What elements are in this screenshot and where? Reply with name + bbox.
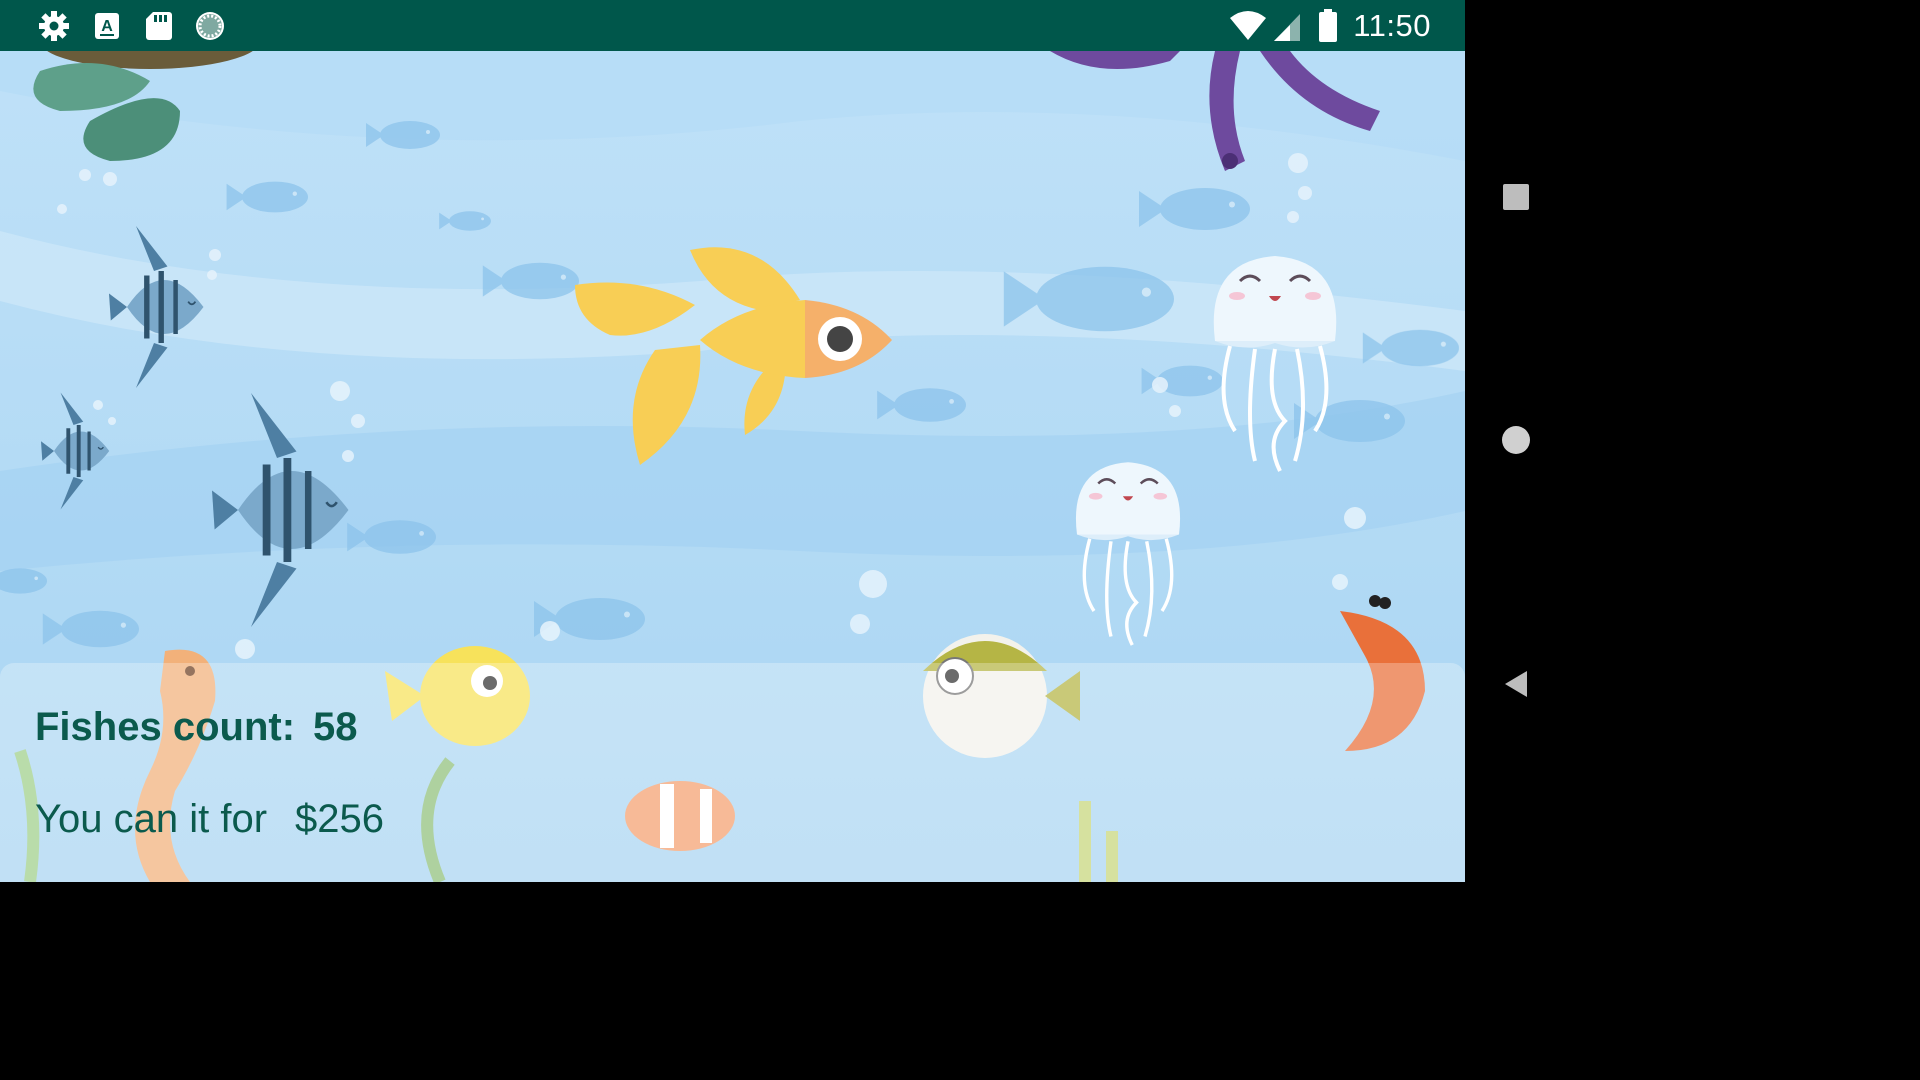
battery-icon bbox=[1319, 9, 1337, 42]
keyboard-icon: A bbox=[95, 13, 119, 39]
signal-icon bbox=[1274, 14, 1300, 41]
fish-count-value: 58 bbox=[313, 705, 358, 749]
svg-text:A: A bbox=[101, 18, 113, 35]
back-button[interactable] bbox=[1501, 668, 1531, 700]
recents-button[interactable] bbox=[1501, 182, 1531, 212]
status-bar: A 11:50 bbox=[0, 0, 1465, 51]
recents-icon bbox=[1503, 184, 1529, 210]
fish-count-text: Fishes count: 58 bbox=[35, 705, 358, 750]
navigation-bar bbox=[1465, 0, 1568, 882]
aquarium-app: A 11:50 Fishes count: 58 You can it for … bbox=[0, 0, 1465, 882]
gear-icon bbox=[39, 11, 69, 41]
status-clock: 11:50 bbox=[1353, 8, 1431, 43]
home-button[interactable] bbox=[1501, 425, 1531, 455]
sell-label: You can it for bbox=[35, 797, 268, 841]
wifi-icon bbox=[1230, 11, 1266, 40]
sell-price-value: $256 bbox=[295, 797, 384, 841]
sync-icon bbox=[196, 12, 224, 40]
info-panel bbox=[0, 663, 1465, 882]
sell-price-text: You can it for $256 bbox=[35, 797, 384, 842]
home-icon bbox=[1502, 426, 1530, 454]
back-icon bbox=[1505, 671, 1527, 697]
sd-card-icon bbox=[146, 12, 172, 40]
fish-count-label: Fishes count: bbox=[35, 705, 296, 749]
